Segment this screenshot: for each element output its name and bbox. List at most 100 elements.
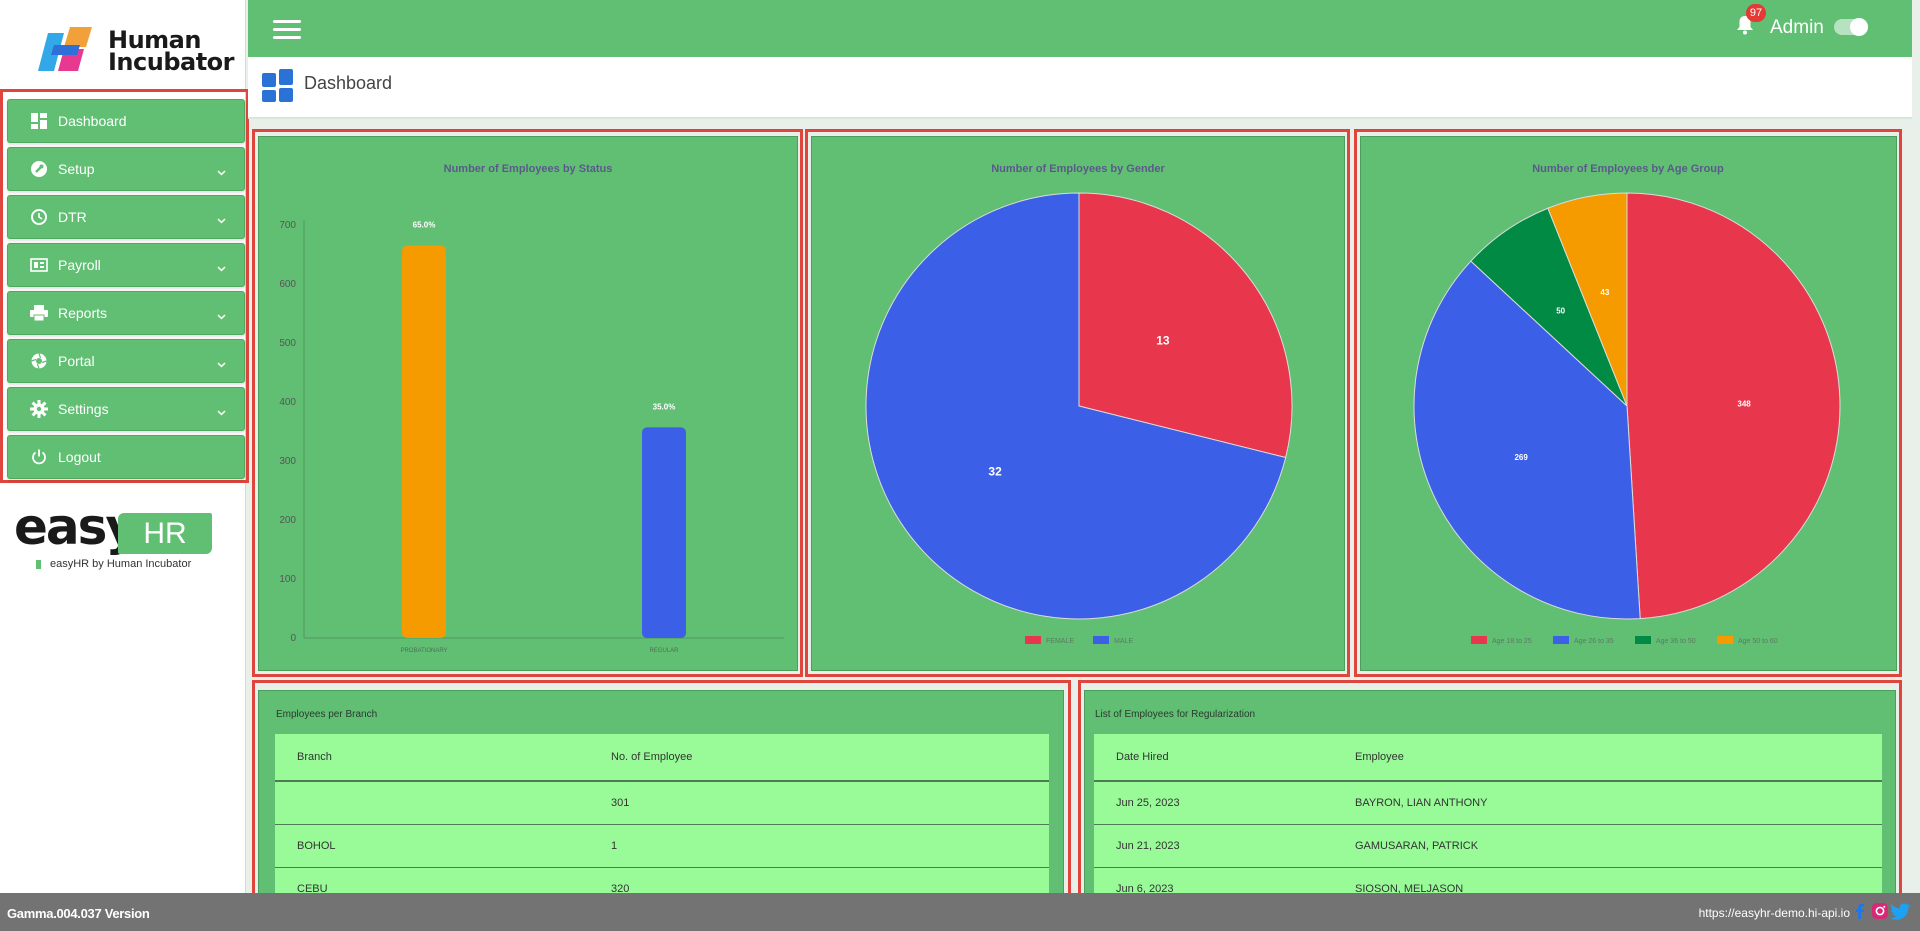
pie-slice[interactable]	[1626, 192, 1841, 620]
table-row[interactable]: Jun 21, 2023 GAMUSARAN, PATRICK	[1094, 825, 1882, 868]
employee-cell: GAMUSARAN, PATRICK	[1355, 840, 1479, 852]
table-row[interactable]: Jun 6, 2023 SIOSON, MELJASON	[1094, 868, 1882, 895]
column-header[interactable]: No. of Employee	[611, 751, 692, 763]
version-label: Gamma.004.037 Version	[7, 906, 150, 921]
branch-cell: BOHOL	[297, 840, 336, 852]
twitter-icon[interactable]	[1890, 902, 1910, 920]
chevron-down-icon	[217, 403, 226, 419]
y-tick-label: 700	[279, 220, 296, 231]
legend-label[interactable]: Age 36 to 50	[1656, 638, 1696, 645]
sidebar-item-payroll[interactable]: Payroll	[7, 243, 245, 287]
top-navbar: 97 Admin	[248, 0, 1912, 57]
bar-data-label: 35.0%	[653, 402, 676, 411]
count-cell: 1	[611, 840, 618, 852]
column-header[interactable]: Date Hired	[1116, 751, 1169, 763]
table-row[interactable]: BOHOL 1	[275, 825, 1049, 868]
facebook-icon[interactable]	[1851, 902, 1869, 920]
sidebar-item-portal[interactable]: Portal	[7, 339, 245, 383]
chevron-down-icon	[217, 163, 226, 179]
gear-icon	[30, 400, 48, 418]
sidebar-item-label: Setup	[58, 161, 95, 177]
sidebar-item-label: Logout	[58, 449, 101, 465]
power-icon	[30, 448, 48, 466]
dashboard-icon	[30, 112, 48, 130]
sidebar: Human Incubator Dashboard Setup DTR Payr…	[0, 0, 249, 893]
status-chart-card: Number of Employees by Status 0 100 200 300…	[258, 136, 798, 671]
notification-badge[interactable]: 97	[1746, 4, 1766, 22]
chart-title: Number of Employees by Status	[444, 163, 613, 175]
legend-swatch	[1553, 636, 1569, 644]
bar[interactable]	[402, 245, 446, 638]
sidebar-item-dtr[interactable]: DTR	[7, 195, 245, 239]
table-row[interactable]: CEBU 320	[275, 868, 1049, 895]
page-title: Dashboard	[304, 73, 393, 93]
legend-swatch	[1717, 636, 1733, 644]
site-url[interactable]: https://easyhr-demo.hi-api.io	[1699, 906, 1850, 920]
employee-cell: BAYRON, LIAN ANTHONY	[1355, 797, 1488, 809]
chart-title: Number of Employees by Age Group	[1532, 163, 1724, 175]
legend-label[interactable]: Age 26 to 35	[1574, 638, 1614, 645]
legend-label[interactable]: FEMALE	[1046, 638, 1074, 645]
legend-swatch	[1635, 636, 1651, 644]
age-pie-chart: Number of Employees by Age Group 348 269 5…	[1413, 163, 1841, 645]
sidebar-item-reports[interactable]: Reports	[7, 291, 245, 335]
date-cell: Jun 25, 2023	[1116, 797, 1180, 809]
user-name[interactable]: Admin	[1770, 17, 1824, 39]
column-header[interactable]: Branch	[297, 751, 332, 763]
legend-label[interactable]: MALE	[1114, 638, 1133, 645]
bar-data-label: 65.0%	[413, 221, 436, 230]
sidebar-item-label: Reports	[58, 305, 108, 321]
human-incubator-logo[interactable]: Human Incubator	[34, 25, 235, 77]
chevron-down-icon	[217, 307, 226, 323]
hamburger-menu-icon[interactable]	[273, 20, 301, 40]
slice-value-label: 32	[988, 465, 1002, 479]
easyhr-tagline: easyHR by Human Incubator	[50, 558, 192, 570]
slice-value-label: 269	[1514, 453, 1528, 462]
theme-toggle[interactable]	[1834, 18, 1868, 36]
table-title: Employees per Branch	[276, 709, 378, 720]
dashboard-icon	[262, 69, 294, 103]
legend-label[interactable]: Age 18 to 25	[1492, 638, 1532, 645]
y-tick-label: 100	[279, 574, 296, 585]
footer: Gamma.004.037 Version https://easyhr-dem…	[0, 893, 1920, 931]
age-chart-card: Number of Employees by Age Group 348 269 5…	[1360, 136, 1897, 671]
sidebar-item-label: Payroll	[58, 257, 101, 273]
x-tick-label: PROBATIONARY	[400, 648, 447, 654]
gender-chart-card: Number of Employees by Gender 13 32 FEMAL…	[811, 136, 1345, 671]
sidebar-item-logout[interactable]: Logout	[7, 435, 245, 479]
legend-swatch	[1471, 636, 1487, 644]
slice-value-label: 43	[1600, 288, 1609, 297]
table-row[interactable]: 301	[275, 782, 1049, 825]
table-header-row: Date Hired Employee	[1094, 734, 1882, 782]
chevron-down-icon	[217, 259, 226, 275]
gender-pie-chart: Number of Employees by Gender 13 32 FEMAL…	[865, 163, 1293, 645]
aperture-icon	[30, 352, 48, 370]
sidebar-item-setup[interactable]: Setup	[7, 147, 245, 191]
sidebar-item-settings[interactable]: Settings	[7, 387, 245, 431]
table-title: List of Employees for Regularization	[1095, 709, 1256, 720]
sidebar-item-label: Dashboard	[58, 113, 127, 129]
y-tick-label: 0	[290, 633, 296, 644]
table-row[interactable]: Jun 25, 2023 BAYRON, LIAN ANTHONY	[1094, 782, 1882, 825]
bar[interactable]	[642, 427, 686, 638]
branch-table-card: Employees per Branch Branch No. of Emplo…	[258, 690, 1064, 896]
sidebar-item-label: Portal	[58, 353, 95, 369]
moon-icon	[1882, 14, 1902, 34]
table-header-row: Branch No. of Employee	[275, 734, 1049, 782]
y-tick-label: 500	[279, 338, 296, 349]
y-tick-label: 600	[279, 279, 296, 290]
x-tick-label: REGULAR	[649, 648, 679, 654]
sidebar-menu: Dashboard Setup DTR Payroll Reports Port…	[0, 89, 249, 483]
legend-swatch	[1093, 636, 1109, 644]
column-header[interactable]: Employee	[1355, 751, 1404, 763]
chevron-down-icon	[217, 355, 226, 371]
instagram-icon[interactable]	[1871, 902, 1889, 920]
sidebar-item-dashboard[interactable]: Dashboard	[7, 99, 245, 143]
logo-mark-icon	[38, 27, 92, 71]
clock-icon	[30, 208, 48, 226]
legend-label[interactable]: Age 50 to 60	[1738, 638, 1778, 645]
easyhr-logo: easy HR easyHR by Human Incubator	[14, 502, 214, 572]
regularization-table-card: List of Employees for Regularization Dat…	[1084, 690, 1896, 896]
page-header: Dashboard	[248, 57, 1912, 119]
slice-value-label: 50	[1556, 306, 1565, 315]
